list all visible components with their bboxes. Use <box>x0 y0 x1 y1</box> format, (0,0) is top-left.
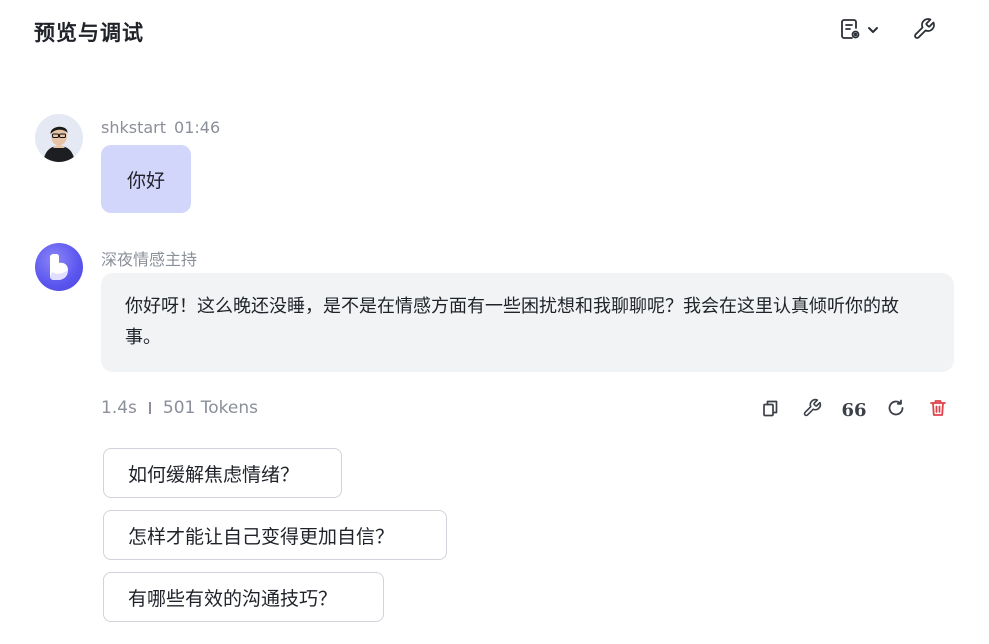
user-name: shkstart <box>101 118 167 137</box>
preview-debug-panel: 预览与调试 shkstart 01:46 你好 深夜情感主持 你好呀！这么晚还没… <box>0 0 989 644</box>
suggested-question[interactable]: 有哪些有效的沟通技巧？ <box>103 572 384 622</box>
user-avatar <box>35 114 83 162</box>
refresh-icon <box>886 398 906 422</box>
user-message-bubble: 你好 <box>101 145 191 213</box>
wrench-icon <box>802 398 822 422</box>
suggested-question[interactable]: 怎样才能让自己变得更加自信？ <box>103 510 447 560</box>
chevron-down-icon <box>866 22 880 41</box>
bot-message-bubble: 你好呀！这么晚还没睡，是不是在情感方面有一些困扰想和我聊聊呢？我会在这里认真倾听… <box>101 273 954 372</box>
quote-button[interactable]: 66 <box>838 396 870 424</box>
quote-icon: 66 <box>841 399 867 421</box>
copy-icon <box>760 398 780 422</box>
bot-avatar <box>35 243 83 291</box>
stats-divider <box>148 402 151 414</box>
page-title: 预览与调试 <box>34 21 144 45</box>
token-count: 501 Tokens <box>162 398 258 418</box>
wrench-icon <box>912 17 936 45</box>
debug-button[interactable] <box>796 396 828 424</box>
copy-button[interactable] <box>754 396 786 424</box>
message-actions: 66 <box>754 396 954 424</box>
bot-name: 深夜情感主持 <box>101 250 198 269</box>
response-duration: 1.4s <box>101 398 137 418</box>
response-stats: 1.4s 501 Tokens <box>101 398 258 418</box>
message-timestamp: 01:46 <box>174 118 221 137</box>
settings-tool-button[interactable] <box>909 16 939 46</box>
user-message-meta: shkstart 01:46 <box>101 118 220 137</box>
trash-icon <box>928 398 948 422</box>
log-dropdown-button[interactable] <box>833 16 885 46</box>
suggested-question[interactable]: 如何缓解焦虑情绪？ <box>103 448 342 498</box>
delete-button[interactable] <box>922 396 954 424</box>
document-settings-icon <box>838 17 862 45</box>
regenerate-button[interactable] <box>880 396 912 424</box>
